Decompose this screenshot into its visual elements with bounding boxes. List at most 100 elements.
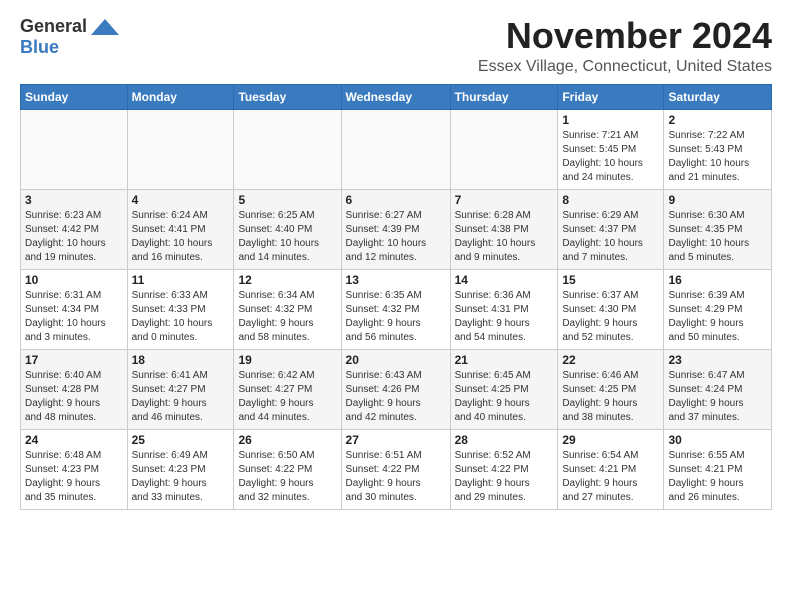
day-info: Sunrise: 6:45 AM Sunset: 4:25 PM Dayligh… xyxy=(455,369,554,425)
calendar-cell: 15 Sunrise: 6:37 AM Sunset: 4:30 PM Dayli… xyxy=(558,269,664,349)
calendar-header-sunday: Sunday xyxy=(21,84,128,109)
calendar-cell: 24 Sunrise: 6:48 AM Sunset: 4:23 PM Dayli… xyxy=(21,429,128,509)
title-section: November 2024 Essex Village, Connecticut… xyxy=(478,16,772,76)
day-info: Sunrise: 6:28 AM Sunset: 4:38 PM Dayligh… xyxy=(455,209,554,265)
calendar-cell: 2 Sunrise: 7:22 AM Sunset: 5:43 PM Daylig… xyxy=(664,109,772,189)
day-number: 5 xyxy=(238,193,336,207)
calendar-cell: 29 Sunrise: 6:54 AM Sunset: 4:21 PM Dayli… xyxy=(558,429,664,509)
day-info: Sunrise: 6:47 AM Sunset: 4:24 PM Dayligh… xyxy=(668,369,767,425)
day-number: 9 xyxy=(668,193,767,207)
calendar-header-friday: Friday xyxy=(558,84,664,109)
day-info: Sunrise: 6:43 AM Sunset: 4:26 PM Dayligh… xyxy=(346,369,446,425)
day-info: Sunrise: 6:50 AM Sunset: 4:22 PM Dayligh… xyxy=(238,449,336,505)
day-number: 2 xyxy=(668,113,767,127)
calendar-cell xyxy=(127,109,234,189)
day-number: 20 xyxy=(346,353,446,367)
day-info: Sunrise: 6:29 AM Sunset: 4:37 PM Dayligh… xyxy=(562,209,659,265)
logo-general-text: General xyxy=(20,16,87,37)
day-info: Sunrise: 6:40 AM Sunset: 4:28 PM Dayligh… xyxy=(25,369,123,425)
calendar-week-4: 17 Sunrise: 6:40 AM Sunset: 4:28 PM Dayli… xyxy=(21,349,772,429)
calendar-week-3: 10 Sunrise: 6:31 AM Sunset: 4:34 PM Dayli… xyxy=(21,269,772,349)
calendar-cell: 3 Sunrise: 6:23 AM Sunset: 4:42 PM Daylig… xyxy=(21,189,128,269)
calendar-header-thursday: Thursday xyxy=(450,84,558,109)
day-info: Sunrise: 7:22 AM Sunset: 5:43 PM Dayligh… xyxy=(668,129,767,185)
day-info: Sunrise: 6:31 AM Sunset: 4:34 PM Dayligh… xyxy=(25,289,123,345)
calendar-header-row: SundayMondayTuesdayWednesdayThursdayFrid… xyxy=(21,84,772,109)
day-number: 23 xyxy=(668,353,767,367)
day-number: 26 xyxy=(238,433,336,447)
day-number: 30 xyxy=(668,433,767,447)
day-number: 24 xyxy=(25,433,123,447)
day-number: 19 xyxy=(238,353,336,367)
day-info: Sunrise: 6:33 AM Sunset: 4:33 PM Dayligh… xyxy=(132,289,230,345)
day-info: Sunrise: 6:55 AM Sunset: 4:21 PM Dayligh… xyxy=(668,449,767,505)
day-info: Sunrise: 6:34 AM Sunset: 4:32 PM Dayligh… xyxy=(238,289,336,345)
calendar-cell: 30 Sunrise: 6:55 AM Sunset: 4:21 PM Dayli… xyxy=(664,429,772,509)
day-number: 17 xyxy=(25,353,123,367)
day-number: 11 xyxy=(132,273,230,287)
calendar-table: SundayMondayTuesdayWednesdayThursdayFrid… xyxy=(20,84,772,510)
day-number: 25 xyxy=(132,433,230,447)
day-info: Sunrise: 6:24 AM Sunset: 4:41 PM Dayligh… xyxy=(132,209,230,265)
day-number: 29 xyxy=(562,433,659,447)
month-title: November 2024 xyxy=(478,16,772,56)
calendar-cell: 1 Sunrise: 7:21 AM Sunset: 5:45 PM Daylig… xyxy=(558,109,664,189)
day-number: 3 xyxy=(25,193,123,207)
calendar-cell: 12 Sunrise: 6:34 AM Sunset: 4:32 PM Dayli… xyxy=(234,269,341,349)
day-info: Sunrise: 6:42 AM Sunset: 4:27 PM Dayligh… xyxy=(238,369,336,425)
calendar-cell: 4 Sunrise: 6:24 AM Sunset: 4:41 PM Daylig… xyxy=(127,189,234,269)
calendar-week-5: 24 Sunrise: 6:48 AM Sunset: 4:23 PM Dayli… xyxy=(21,429,772,509)
calendar-cell: 23 Sunrise: 6:47 AM Sunset: 4:24 PM Dayli… xyxy=(664,349,772,429)
calendar-cell: 8Sunrise: 6:29 AM Sunset: 4:37 PM Daylig… xyxy=(558,189,664,269)
day-number: 22 xyxy=(562,353,659,367)
calendar-cell: 21 Sunrise: 6:45 AM Sunset: 4:25 PM Dayli… xyxy=(450,349,558,429)
day-number: 6 xyxy=(346,193,446,207)
calendar-cell: 10 Sunrise: 6:31 AM Sunset: 4:34 PM Dayli… xyxy=(21,269,128,349)
calendar-cell: 22 Sunrise: 6:46 AM Sunset: 4:25 PM Dayli… xyxy=(558,349,664,429)
day-number: 4 xyxy=(132,193,230,207)
day-info: Sunrise: 6:48 AM Sunset: 4:23 PM Dayligh… xyxy=(25,449,123,505)
day-info: Sunrise: 6:46 AM Sunset: 4:25 PM Dayligh… xyxy=(562,369,659,425)
day-number: 13 xyxy=(346,273,446,287)
day-number: 10 xyxy=(25,273,123,287)
day-number: 1 xyxy=(562,113,659,127)
calendar-cell xyxy=(21,109,128,189)
day-info: Sunrise: 6:23 AM Sunset: 4:42 PM Dayligh… xyxy=(25,209,123,265)
calendar-cell: 13Sunrise: 6:35 AM Sunset: 4:32 PM Dayli… xyxy=(341,269,450,349)
day-info: Sunrise: 6:51 AM Sunset: 4:22 PM Dayligh… xyxy=(346,449,446,505)
day-info: Sunrise: 6:37 AM Sunset: 4:30 PM Dayligh… xyxy=(562,289,659,345)
calendar-cell xyxy=(341,109,450,189)
calendar-header-tuesday: Tuesday xyxy=(234,84,341,109)
day-info: Sunrise: 6:52 AM Sunset: 4:22 PM Dayligh… xyxy=(455,449,554,505)
day-number: 15 xyxy=(562,273,659,287)
calendar-cell: 19 Sunrise: 6:42 AM Sunset: 4:27 PM Dayli… xyxy=(234,349,341,429)
day-number: 14 xyxy=(455,273,554,287)
calendar-cell: 27 Sunrise: 6:51 AM Sunset: 4:22 PM Dayli… xyxy=(341,429,450,509)
calendar-cell: 18Sunrise: 6:41 AM Sunset: 4:27 PM Dayli… xyxy=(127,349,234,429)
calendar-cell: 9 Sunrise: 6:30 AM Sunset: 4:35 PM Daylig… xyxy=(664,189,772,269)
day-number: 28 xyxy=(455,433,554,447)
day-number: 12 xyxy=(238,273,336,287)
logo: General Blue xyxy=(20,16,121,58)
calendar-week-2: 3 Sunrise: 6:23 AM Sunset: 4:42 PM Daylig… xyxy=(21,189,772,269)
day-number: 16 xyxy=(668,273,767,287)
day-info: Sunrise: 6:25 AM Sunset: 4:40 PM Dayligh… xyxy=(238,209,336,265)
calendar-header-monday: Monday xyxy=(127,84,234,109)
day-number: 27 xyxy=(346,433,446,447)
calendar-cell: 14 Sunrise: 6:36 AM Sunset: 4:31 PM Dayli… xyxy=(450,269,558,349)
day-number: 21 xyxy=(455,353,554,367)
day-info: Sunrise: 7:21 AM Sunset: 5:45 PM Dayligh… xyxy=(562,129,659,185)
location-title: Essex Village, Connecticut, United State… xyxy=(478,58,772,76)
calendar-header-wednesday: Wednesday xyxy=(341,84,450,109)
calendar-cell: 26 Sunrise: 6:50 AM Sunset: 4:22 PM Dayli… xyxy=(234,429,341,509)
day-info: Sunrise: 6:36 AM Sunset: 4:31 PM Dayligh… xyxy=(455,289,554,345)
calendar-cell: 5 Sunrise: 6:25 AM Sunset: 4:40 PM Daylig… xyxy=(234,189,341,269)
day-info: Sunrise: 6:54 AM Sunset: 4:21 PM Dayligh… xyxy=(562,449,659,505)
day-info: Sunrise: 6:30 AM Sunset: 4:35 PM Dayligh… xyxy=(668,209,767,265)
calendar-cell: 11 Sunrise: 6:33 AM Sunset: 4:33 PM Dayli… xyxy=(127,269,234,349)
page-container: General Blue November 2024 Essex Village… xyxy=(0,0,792,520)
calendar-cell: 7 Sunrise: 6:28 AM Sunset: 4:38 PM Daylig… xyxy=(450,189,558,269)
calendar-header-saturday: Saturday xyxy=(664,84,772,109)
day-number: 7 xyxy=(455,193,554,207)
calendar-cell: 17 Sunrise: 6:40 AM Sunset: 4:28 PM Dayli… xyxy=(21,349,128,429)
